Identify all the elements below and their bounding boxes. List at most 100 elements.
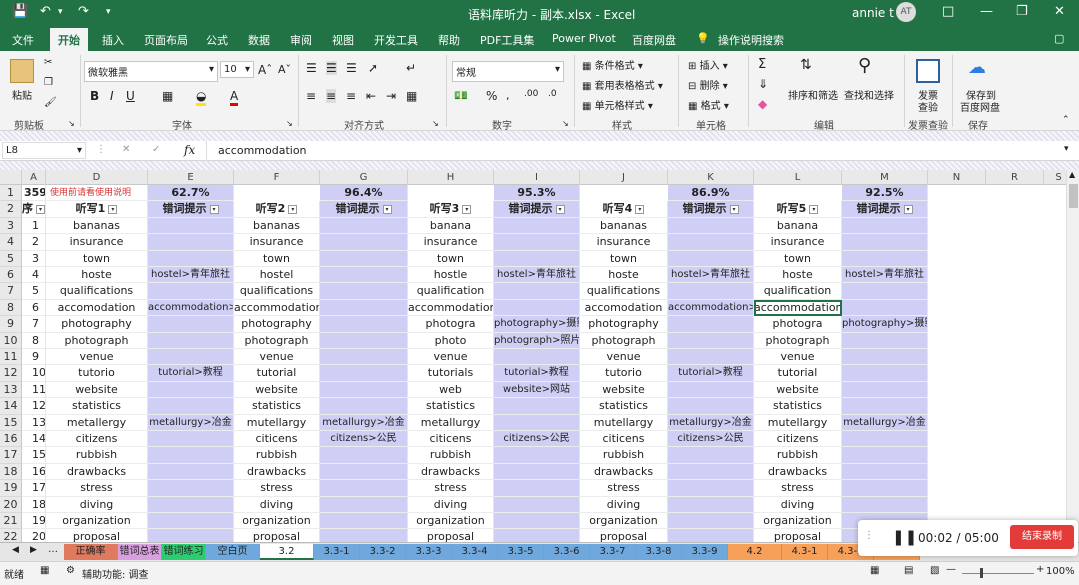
dictation-cell[interactable]: rubbish: [754, 447, 842, 464]
error-hint-cell[interactable]: [494, 250, 580, 267]
dictation-cell[interactable]: proposal: [46, 529, 148, 542]
error-hint-cell[interactable]: [668, 217, 754, 235]
dictation-cell[interactable]: organization: [46, 513, 148, 530]
grow-font-icon[interactable]: Aˆ: [258, 63, 272, 77]
dictation-cell[interactable]: tutorials: [408, 365, 494, 382]
error-hint-cell[interactable]: [148, 349, 234, 366]
error-hint-cell[interactable]: tutorial>教程: [494, 365, 580, 382]
error-hint-cell[interactable]: [842, 365, 928, 382]
error-hint-cell[interactable]: accommodation>住宿: [668, 299, 754, 317]
error-hint-cell[interactable]: [148, 496, 234, 513]
row-header[interactable]: 17: [0, 447, 22, 464]
dictation-cell[interactable]: photograph: [754, 332, 842, 349]
dictation-cell[interactable]: statistics: [580, 398, 668, 415]
sheet-tab[interactable]: 错词练习: [162, 544, 206, 560]
tab-home[interactable]: 开始: [50, 28, 88, 51]
dictation-cell[interactable]: accomodation: [580, 299, 668, 317]
error-hint-cell[interactable]: [320, 283, 408, 300]
error-hint-cell[interactable]: photography>摄影: [494, 316, 580, 333]
row-header[interactable]: 3: [0, 217, 22, 235]
dictation-cell[interactable]: stress: [408, 480, 494, 497]
dictation-cell[interactable]: town: [580, 250, 668, 267]
ribbon-display-icon[interactable]: □: [942, 4, 954, 19]
user-name[interactable]: annie t: [852, 6, 894, 20]
comments-icon[interactable]: ▢: [1054, 32, 1064, 45]
row-header[interactable]: 8: [0, 299, 22, 317]
dictation-cell[interactable]: hoste: [754, 267, 842, 284]
count-cell[interactable]: 359: [22, 185, 46, 202]
dictation-cell[interactable]: town: [408, 250, 494, 267]
delete-cells-button[interactable]: ⊟ 删除 ▾: [688, 77, 728, 92]
sheet-tab[interactable]: 4.3-1: [782, 544, 828, 560]
error-hint-cell[interactable]: [842, 299, 928, 317]
filter-dropdown-icon[interactable]: ▾: [36, 204, 45, 214]
filter-dropdown-icon[interactable]: ▾: [209, 204, 219, 214]
pause-icon[interactable]: ❚❚: [892, 528, 917, 546]
sheet-tab[interactable]: 空白页: [206, 544, 260, 560]
row-header[interactable]: 14: [0, 398, 22, 415]
index-cell[interactable]: 12: [22, 398, 46, 415]
column-header[interactable]: I: [494, 170, 580, 185]
format-cells-button[interactable]: ▦ 格式 ▾: [688, 97, 729, 112]
dictation-cell[interactable]: stress: [46, 480, 148, 497]
dictation-cell[interactable]: accommodation: [234, 299, 320, 317]
error-hint-cell[interactable]: [842, 496, 928, 513]
accessibility-icon[interactable]: ⚙: [66, 565, 75, 576]
index-cell[interactable]: 18: [22, 496, 46, 513]
error-hint-cell[interactable]: [148, 234, 234, 251]
collapse-ribbon-icon[interactable]: ⌃: [1062, 115, 1070, 125]
formula-input[interactable]: accommodation: [218, 144, 307, 157]
row-header[interactable]: 20: [0, 496, 22, 513]
dictation-cell[interactable]: citicens: [580, 431, 668, 448]
error-hint-cell[interactable]: [668, 250, 754, 267]
error-hint-cell[interactable]: [320, 447, 408, 464]
dictation-cell[interactable]: drawbacks: [46, 463, 148, 481]
cut-icon[interactable]: ✂: [44, 57, 52, 68]
dictation-cell[interactable]: qualifications: [46, 283, 148, 300]
sheet-tab[interactable]: 3.3-1: [314, 544, 360, 560]
font-size-select[interactable]: 10 ▾: [220, 61, 254, 78]
percent-style-icon[interactable]: %: [486, 89, 497, 103]
filter-dropdown-icon[interactable]: ▾: [462, 204, 472, 214]
column-header[interactable]: N: [928, 170, 986, 185]
font-launcher-icon[interactable]: ↘: [286, 119, 293, 128]
row-header[interactable]: 5: [0, 250, 22, 267]
dictation-cell[interactable]: stress: [754, 480, 842, 497]
row-header[interactable]: 1: [0, 185, 22, 202]
index-cell[interactable]: 19: [22, 513, 46, 530]
row-header[interactable]: 13: [0, 381, 22, 399]
error-hint-cell[interactable]: metallurgy>冶金: [842, 414, 928, 431]
dictation-cell[interactable]: photography: [46, 316, 148, 333]
dictation-cell[interactable]: bananas: [234, 217, 320, 235]
column-header[interactable]: H: [408, 170, 494, 185]
dictation-cell[interactable]: venue: [234, 349, 320, 366]
bold-icon[interactable]: B: [90, 89, 99, 103]
index-cell[interactable]: 17: [22, 480, 46, 497]
error-hint-cell[interactable]: tutorial>教程: [668, 365, 754, 382]
table-header-cell[interactable]: 错词提示 ▾: [842, 201, 928, 218]
dictation-cell[interactable]: statistics: [46, 398, 148, 415]
minimize-icon[interactable]: —: [980, 4, 993, 19]
error-hint-cell[interactable]: [668, 496, 754, 513]
zoom-slider[interactable]: [962, 573, 1034, 574]
table-header-cell[interactable]: 听写3 ▾: [408, 201, 494, 218]
filter-dropdown-icon[interactable]: ▾: [555, 204, 565, 214]
number-launcher-icon[interactable]: ↘: [562, 119, 569, 128]
row-header[interactable]: 19: [0, 480, 22, 497]
align-right-icon[interactable]: ≡: [346, 89, 356, 103]
index-cell[interactable]: 16: [22, 463, 46, 481]
error-hint-cell[interactable]: tutorial>教程: [148, 365, 234, 382]
dictation-cell[interactable]: banana: [754, 217, 842, 235]
column-header[interactable]: A: [22, 170, 46, 185]
error-hint-cell[interactable]: [668, 349, 754, 366]
format-as-table-button[interactable]: ▦ 套用表格格式 ▾: [582, 77, 663, 92]
error-hint-cell[interactable]: [842, 349, 928, 366]
dictation-cell[interactable]: statistics: [408, 398, 494, 415]
error-hint-cell[interactable]: [148, 316, 234, 333]
save-to-label-2[interactable]: 百度网盘: [960, 99, 1000, 114]
dictation-cell[interactable]: insurance: [46, 234, 148, 251]
shrink-font-icon[interactable]: Aˇ: [278, 63, 291, 76]
customize-qat-icon[interactable]: ▾: [106, 7, 111, 17]
column-header[interactable]: M: [842, 170, 928, 185]
index-cell[interactable]: 15: [22, 447, 46, 464]
